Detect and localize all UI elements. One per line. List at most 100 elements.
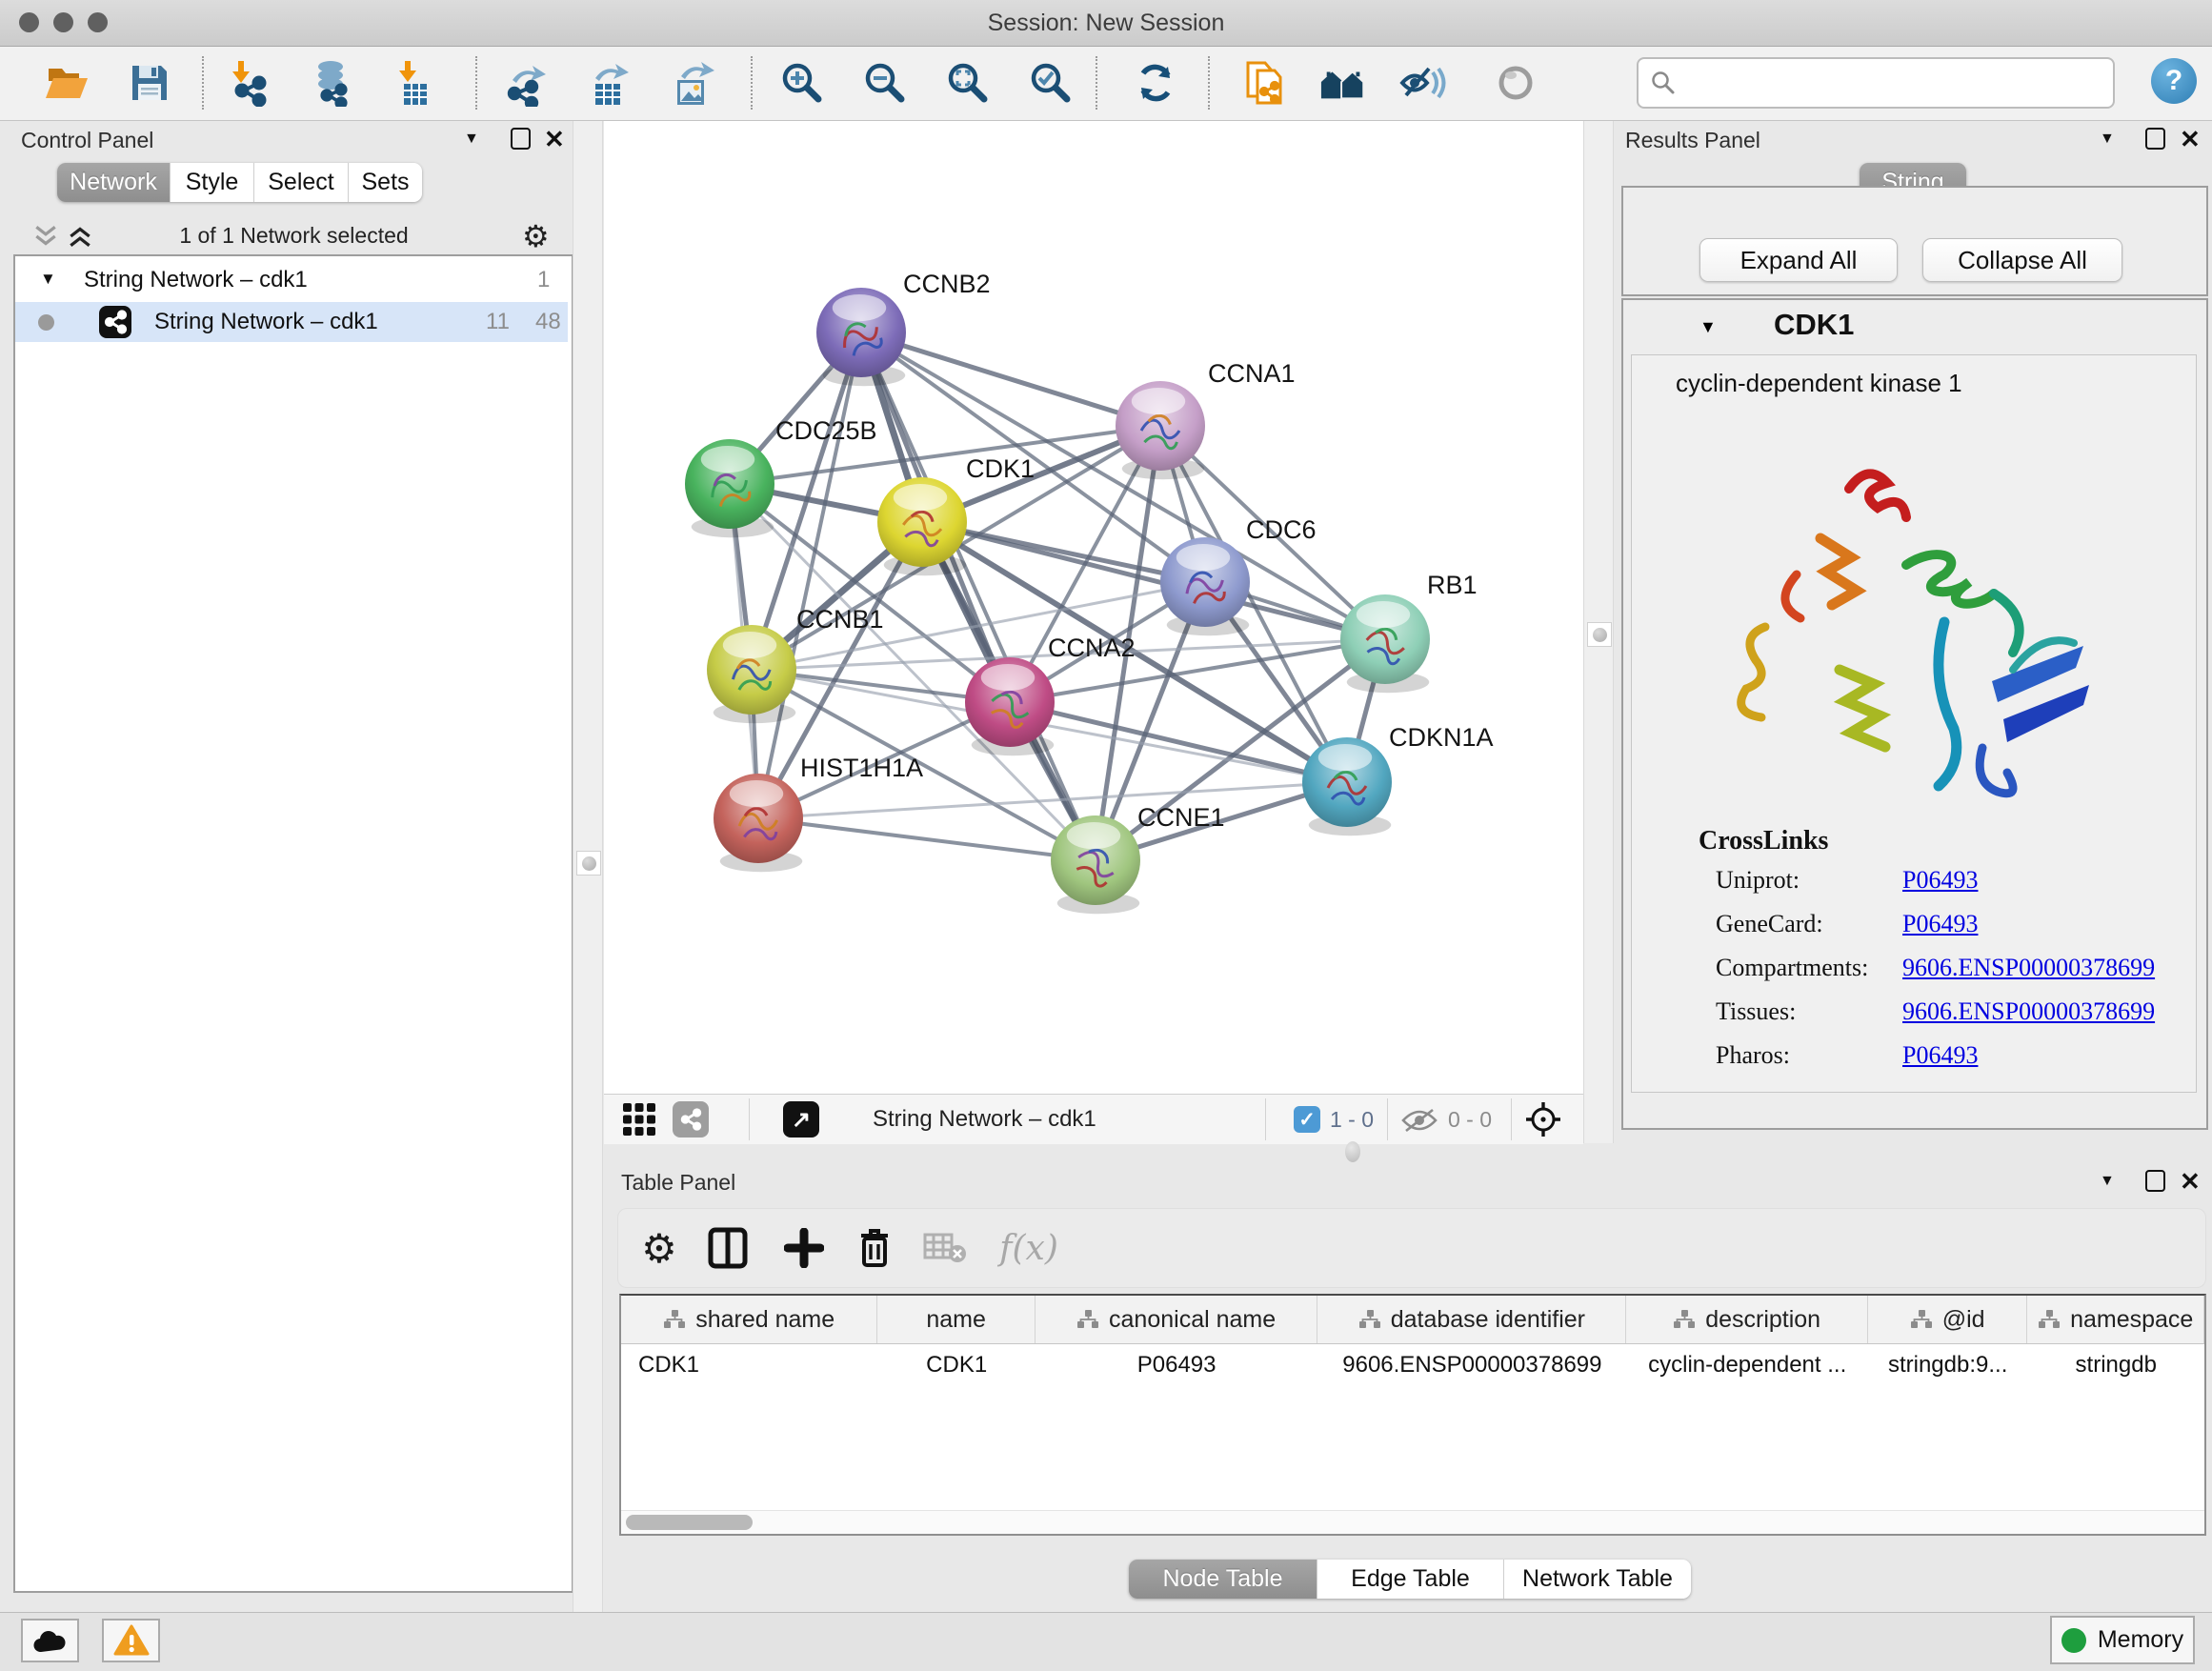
results-panel-collapse-icon[interactable]: ▼: [2100, 131, 2115, 148]
network-node-CDKN1A[interactable]: [1302, 737, 1392, 836]
results-panel-float-icon[interactable]: [2145, 128, 2165, 150]
column-header-database-identifier[interactable]: database identifier: [1317, 1296, 1626, 1343]
bottom-splitter-handle[interactable]: [1345, 1141, 1360, 1162]
table-panel-float-icon[interactable]: [2145, 1170, 2165, 1192]
left-splitter[interactable]: [573, 121, 603, 1612]
export-network-icon[interactable]: [500, 58, 550, 108]
birds-eye-view-toggle-icon[interactable]: [1491, 58, 1540, 108]
network-view-icon[interactable]: [673, 1101, 709, 1137]
import-network-file-icon[interactable]: [224, 58, 273, 108]
crosslink-label: Compartments:: [1716, 954, 1902, 982]
delete-column-icon[interactable]: [850, 1223, 899, 1273]
crosslink-value-link[interactable]: 9606.ENSP00000378699: [1902, 954, 2155, 981]
network-edge[interactable]: [861, 332, 1160, 426]
zoom-in-icon[interactable]: [777, 58, 827, 108]
column-header-shared-name[interactable]: shared name: [621, 1296, 877, 1343]
tab-network-table[interactable]: Network Table: [1504, 1560, 1691, 1599]
network-row[interactable]: String Network – cdk1 11 48: [15, 302, 568, 342]
table-tabs: Node Table Edge Table Network Table: [1129, 1560, 1691, 1599]
table-row[interactable]: CDK1CDK1P064939606.ENSP00000378699cyclin…: [621, 1343, 2204, 1387]
search-input[interactable]: [1637, 57, 2115, 109]
network-node-CDC6[interactable]: [1160, 537, 1250, 635]
network-node-CCNA2[interactable]: [965, 657, 1055, 755]
network-node-HIST1H1A[interactable]: [714, 774, 803, 872]
selected-nodes-checkbox-icon[interactable]: ✓: [1294, 1106, 1320, 1133]
right-splitter-handle[interactable]: [1587, 622, 1612, 647]
delete-table-icon[interactable]: [920, 1223, 970, 1273]
crosslink-value-link[interactable]: 9606.ENSP00000378699: [1902, 997, 2155, 1025]
table-panel-close-icon[interactable]: ✕: [2180, 1172, 2201, 1191]
column-header-description[interactable]: description: [1626, 1296, 1867, 1343]
scrollbar-thumb[interactable]: [626, 1515, 753, 1530]
table-panel-collapse-icon[interactable]: ▼: [2100, 1173, 2115, 1190]
results-panel-close-icon[interactable]: ✕: [2180, 130, 2201, 149]
column-header-canonical-name[interactable]: canonical name: [1036, 1296, 1317, 1343]
hidden-count: 0 - 0: [1448, 1107, 1492, 1133]
function-builder-icon[interactable]: f(x): [991, 1223, 1067, 1273]
network-edge[interactable]: [758, 782, 1347, 818]
network-node-CDC25B[interactable]: [685, 439, 774, 537]
table-cell: P06493: [1036, 1343, 1317, 1387]
network-options-gear-icon[interactable]: ⚙: [522, 218, 550, 254]
column-header-name[interactable]: name: [877, 1296, 1036, 1343]
tab-node-table[interactable]: Node Table: [1129, 1560, 1317, 1599]
import-network-database-icon[interactable]: [307, 58, 356, 108]
export-table-icon[interactable]: [583, 58, 633, 108]
share-network-documents-icon[interactable]: [1239, 58, 1289, 108]
column-header-namespace[interactable]: namespace: [2027, 1296, 2204, 1343]
crosslink-value-link[interactable]: P06493: [1902, 866, 1978, 894]
tab-sets[interactable]: Sets: [349, 163, 422, 202]
network-node-CCNE1[interactable]: [1051, 815, 1140, 914]
network-home-icon[interactable]: [1319, 58, 1369, 108]
column-hierarchy-icon: [1076, 1309, 1099, 1330]
apply-layout-icon[interactable]: [1131, 58, 1180, 108]
table-toolbar: ⚙ f(x): [617, 1208, 2206, 1288]
network-collection-row[interactable]: ▼ String Network – cdk1 1: [15, 262, 568, 302]
network-node-CCNA1[interactable]: [1116, 381, 1205, 479]
control-panel-float-icon[interactable]: [511, 128, 531, 150]
warnings-button[interactable]: [102, 1619, 160, 1662]
network-node-CCNB1[interactable]: [707, 625, 796, 723]
expand-all-button[interactable]: Expand All: [1699, 238, 1898, 282]
control-panel-collapse-icon[interactable]: ▼: [464, 131, 479, 148]
add-column-icon[interactable]: [779, 1223, 829, 1273]
memory-button[interactable]: Memory: [2050, 1616, 2195, 1664]
show-columns-icon[interactable]: [703, 1223, 753, 1273]
tab-edge-table[interactable]: Edge Table: [1317, 1560, 1504, 1599]
tab-select[interactable]: Select: [254, 163, 349, 202]
grid-view-icon[interactable]: [621, 1101, 657, 1137]
right-splitter[interactable]: [1583, 121, 1614, 1143]
help-icon[interactable]: ?: [2151, 58, 2197, 104]
network-current-dot-icon: [38, 314, 54, 331]
network-canvas[interactable]: CCNB2CCNA1CDC25BCDK1CDC6RB1CCNB1CCNA2HIS…: [604, 121, 1583, 1094]
table-options-gear-icon[interactable]: ⚙: [634, 1223, 684, 1273]
open-in-window-icon[interactable]: ↗: [783, 1101, 819, 1137]
collection-expand-icon[interactable]: ▼: [40, 270, 56, 289]
entry-collapse-icon[interactable]: ▼: [1699, 317, 1717, 337]
zoom-out-icon[interactable]: [860, 58, 910, 108]
collapse-all-button[interactable]: Collapse All: [1922, 238, 2122, 282]
tab-network[interactable]: Network: [57, 163, 171, 202]
crosslink-value-link[interactable]: P06493: [1902, 910, 1978, 937]
show-graphics-details-icon[interactable]: [1397, 58, 1446, 108]
network-node-RB1[interactable]: [1340, 594, 1430, 693]
left-splitter-handle[interactable]: [576, 851, 601, 876]
tab-style[interactable]: Style: [171, 163, 254, 202]
zoom-selected-icon[interactable]: [1026, 58, 1076, 108]
cloud-status-button[interactable]: [21, 1619, 79, 1662]
table-horizontal-scrollbar[interactable]: [621, 1510, 2204, 1534]
network-edge[interactable]: [758, 818, 1096, 860]
save-session-icon[interactable]: [125, 58, 174, 108]
crosslink-value-link[interactable]: P06493: [1902, 1041, 1978, 1069]
export-image-icon[interactable]: [667, 58, 716, 108]
zoom-fit-icon[interactable]: [943, 58, 993, 108]
fit-content-crosshair-icon[interactable]: [1524, 1100, 1562, 1138]
network-node-CCNB2[interactable]: [816, 288, 906, 386]
open-session-icon[interactable]: [42, 58, 91, 108]
entry-gene-name: CDK1: [1774, 308, 1854, 342]
control-panel-close-icon[interactable]: ✕: [544, 130, 565, 149]
network-node-CDK1[interactable]: [877, 477, 967, 575]
column-header--id[interactable]: @id: [1868, 1296, 2028, 1343]
bottom-splitter[interactable]: [604, 1143, 2212, 1162]
import-table-file-icon[interactable]: [390, 58, 439, 108]
